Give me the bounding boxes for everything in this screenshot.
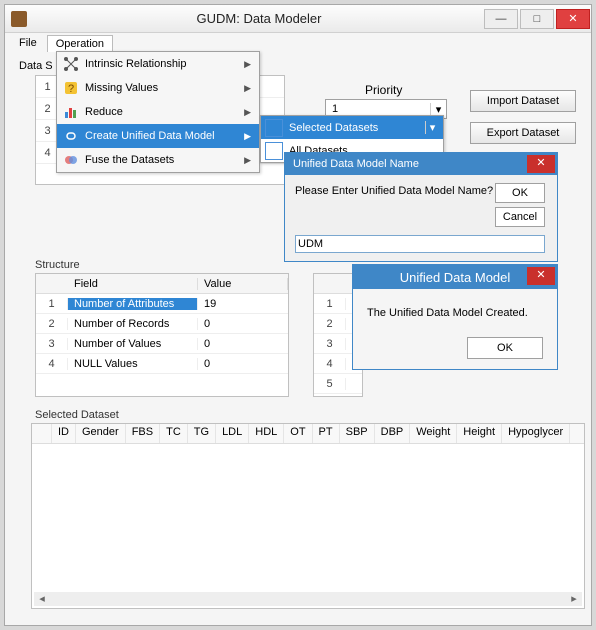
ok-button[interactable]: OK — [495, 183, 545, 203]
structure-row[interactable]: 4 NULL Values 0 — [36, 354, 288, 374]
dialog-title: Unified Data Model Name — [293, 158, 419, 170]
svg-text:?: ? — [68, 83, 74, 95]
col-ldl[interactable]: LDL — [216, 424, 249, 443]
field-cell: Number of Values — [68, 338, 198, 350]
app-icon — [11, 11, 27, 27]
import-dataset-button[interactable]: Import Dataset — [470, 90, 576, 112]
operation-menu: Intrinsic Relationship ▶ ? Missing Value… — [56, 51, 260, 173]
menu-label: Create Unified Data Model — [85, 130, 215, 142]
priority-value: 1 — [332, 103, 338, 115]
structure-row[interactable]: 2 Number of Records 0 — [36, 314, 288, 334]
selected-dataset-grid: ID Gender FBS TC TG LDL HDL OT PT SBP DB… — [31, 423, 585, 609]
chevron-right-icon: ▶ — [244, 83, 251, 94]
menu-label: Fuse the Datasets — [85, 154, 174, 166]
udm-name-dialog: Unified Data Model Name ✕ Please Enter U… — [284, 152, 558, 262]
dialog-close-button[interactable]: ✕ — [527, 267, 555, 285]
maximize-button[interactable]: □ — [520, 9, 554, 29]
menu-label: Reduce — [85, 106, 123, 118]
row-number: 1 — [36, 298, 68, 310]
branch-icon — [61, 54, 81, 74]
minimize-button[interactable]: — — [484, 9, 518, 29]
structure-row[interactable]: 1 Number of Attributes 19 — [36, 294, 288, 314]
menu-label: Intrinsic Relationship — [85, 58, 187, 70]
udm-created-dialog: Unified Data Model ✕ The Unified Data Mo… — [352, 264, 558, 370]
value-cell: 0 — [198, 338, 288, 350]
col-sbp[interactable]: SBP — [340, 424, 375, 443]
col-gender[interactable]: Gender — [76, 424, 126, 443]
selected-dataset-header: ID Gender FBS TC TG LDL HDL OT PT SBP DB… — [32, 424, 584, 444]
field-cell: Number of Records — [68, 318, 198, 330]
horizontal-scrollbar[interactable]: ◂▸ — [34, 592, 582, 606]
dialog-title: Unified Data Model — [400, 270, 511, 285]
grid-select-icon — [265, 119, 283, 137]
col-pt[interactable]: PT — [313, 424, 340, 443]
menu-file[interactable]: File — [11, 35, 45, 52]
window-title: GUDM: Data Modeler — [35, 11, 483, 26]
chevron-right-icon: ▶ — [244, 131, 251, 142]
col-weight[interactable]: Weight — [410, 424, 457, 443]
row-number: 4 — [36, 358, 68, 370]
structure-row[interactable]: 3 Number of Values 0 — [36, 334, 288, 354]
chevron-right-icon: ▶ — [244, 107, 251, 118]
grid-all-icon — [265, 142, 283, 160]
structure-table: Field Value 1 Number of Attributes 19 2 … — [35, 273, 289, 397]
menu-create-unified-data-model[interactable]: Create Unified Data Model ▶ — [57, 124, 259, 148]
col-value: Value — [198, 278, 288, 290]
col-blank — [32, 424, 52, 443]
chart-icon — [61, 102, 81, 122]
data-selection-label: Data S — [19, 60, 53, 72]
priority-label: Priority — [365, 83, 402, 97]
chevron-right-icon: ▶ — [244, 155, 251, 166]
menu-missing-values[interactable]: ? Missing Values ▶ — [57, 76, 259, 100]
col-hdl[interactable]: HDL — [249, 424, 284, 443]
menu-reduce[interactable]: Reduce ▶ — [57, 100, 259, 124]
col-tg[interactable]: TG — [188, 424, 216, 443]
field-cell: NULL Values — [68, 358, 198, 370]
col-tc[interactable]: TC — [160, 424, 188, 443]
ok-button[interactable]: OK — [467, 337, 543, 359]
dialog-titlebar: Unified Data Model Name ✕ — [285, 153, 557, 175]
export-dataset-button[interactable]: Export Dataset — [470, 122, 576, 144]
row-number: 2 — [36, 318, 68, 330]
value-cell: 19 — [198, 298, 288, 310]
col-id[interactable]: ID — [52, 424, 76, 443]
col-field: Field — [68, 278, 198, 290]
close-button[interactable]: ✕ — [556, 9, 590, 29]
dialog-close-button[interactable]: ✕ — [527, 155, 555, 173]
merge-icon — [61, 150, 81, 170]
dialog-titlebar: Unified Data Model ✕ — [353, 265, 557, 289]
structure-label: Structure — [35, 259, 80, 271]
col-dbp[interactable]: DBP — [375, 424, 411, 443]
chevron-down-icon: ▾ — [425, 121, 439, 134]
menu-fuse-datasets[interactable]: Fuse the Datasets ▶ — [57, 148, 259, 172]
link-icon — [61, 126, 81, 146]
titlebar: GUDM: Data Modeler — □ ✕ — [5, 5, 591, 33]
row-number: 5 — [314, 378, 346, 390]
row-number: 2 — [314, 318, 346, 330]
row-number: 1 — [314, 298, 346, 310]
row-number: 3 — [36, 338, 68, 350]
col-height[interactable]: Height — [457, 424, 502, 443]
col-fbs[interactable]: FBS — [126, 424, 160, 443]
question-icon: ? — [61, 78, 81, 98]
submenu-label: Selected Datasets — [289, 122, 378, 134]
value-cell: 0 — [198, 358, 288, 370]
structure-header: Field Value — [36, 274, 288, 294]
dialog-message: The Unified Data Model Created. — [367, 307, 543, 319]
menu-operation[interactable]: Operation — [47, 35, 113, 52]
row-number: 4 — [314, 358, 346, 370]
cancel-button[interactable]: Cancel — [495, 207, 545, 227]
value-cell: 0 — [198, 318, 288, 330]
submenu-selected-datasets[interactable]: Selected Datasets ▾ — [261, 116, 443, 139]
udm-name-input[interactable] — [295, 235, 545, 253]
menu-label: Missing Values — [85, 82, 158, 94]
row-number: 3 — [314, 338, 346, 350]
menu-intrinsic-relationship[interactable]: Intrinsic Relationship ▶ — [57, 52, 259, 76]
chevron-down-icon: ▾ — [430, 103, 446, 116]
col-ot[interactable]: OT — [284, 424, 312, 443]
col-hypoglycer[interactable]: Hypoglycer — [502, 424, 570, 443]
field-cell: Number of Attributes — [68, 298, 198, 310]
selected-dataset-label: Selected Dataset — [35, 409, 119, 421]
chevron-right-icon: ▶ — [244, 59, 251, 70]
